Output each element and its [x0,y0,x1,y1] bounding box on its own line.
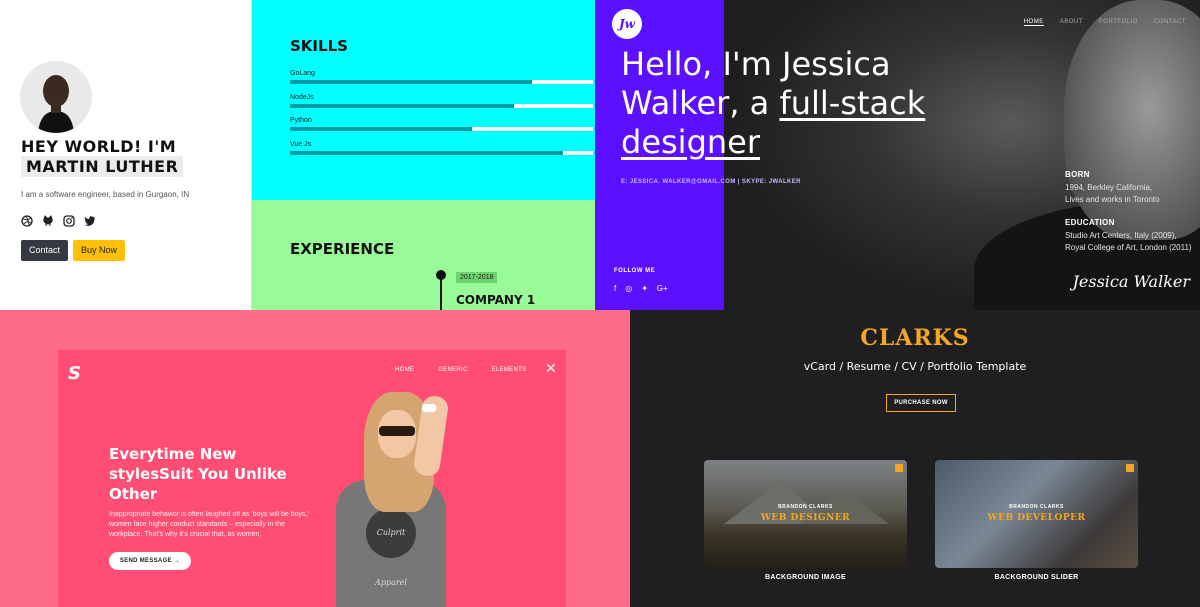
shirt-print: Culprit Apparel [366,508,416,587]
card-role: WEB DEVELOPER [987,513,1086,523]
jessica-walker-template: Jw HOME ABOUT PORTFOLIO CONTACT Hello, I… [595,0,1200,310]
nav-elements[interactable]: ELEMENTS [492,367,527,373]
skill-row: Python [290,117,593,131]
greeting: HEY WORLD! I'M [21,137,177,156]
jw-logo[interactable]: Jw [612,9,642,39]
card-author: BRANDON CLARKS [1009,504,1064,510]
model-photo: Culprit Apparel [326,390,486,607]
skill-bar [290,80,533,84]
purchase-now-button[interactable]: PURCHASE NOW [886,394,956,412]
education-line: Studio Art Centers, Italy (2009), [1065,231,1177,240]
skills-section: SKILLS GoLang NodeJs Python Vue Js [252,0,595,200]
skills-template: SKILLS GoLang NodeJs Python Vue Js EXPER… [252,0,595,310]
experience-title: EXPERIENCE [290,240,395,258]
instagram-icon[interactable] [63,212,75,227]
experience-section: EXPERIENCE [252,200,595,310]
nav-generic[interactable]: GENERIC [438,367,467,373]
nav-home[interactable]: HOME [395,367,414,373]
hero-description: Inappropriate behavior is often laughed … [109,511,309,538]
s-logo-icon[interactable]: S [68,364,90,384]
card-caption: BACKGROUND SLIDER [994,574,1079,581]
timeline-line [440,275,442,310]
skill-bar [290,104,515,108]
timeline-dot [436,270,446,280]
social-links [21,212,96,227]
skill-name: NodeJs [290,94,314,101]
instagram-icon[interactable]: ◎ [625,284,632,293]
twitter-icon[interactable]: ✦ [641,284,648,293]
skill-name: Python [290,117,312,124]
template-collage: HEY WORLD! I'M MARTIN LUTHER I am a soft… [0,0,1200,607]
card-caption: BACKGROUND IMAGE [764,574,847,581]
twitter-icon[interactable] [84,212,96,226]
dribbble-icon[interactable] [21,212,33,227]
nav-home[interactable]: HOME [1023,19,1044,26]
hero-headline: Hello, I'm Jessica Walker, a full-stack … [621,45,981,162]
skill-name: GoLang [290,70,315,77]
menu-icon [1126,464,1134,472]
top-nav: HOME GENERIC ELEMENTS [395,367,526,373]
facebook-icon[interactable]: f [614,284,616,293]
brand-title: CLARKS [860,325,970,351]
sunglasses [379,426,415,436]
clarks-template: CLARKS vCard / Resume / CV / Portfolio T… [630,310,1200,607]
preview-card-image[interactable]: BRANDON CLARKS WEB DESIGNER [704,460,907,568]
skill-row: GoLang [290,70,593,84]
born-line: Lives and works in Toronto [1065,195,1160,204]
contact-line: E: JESSICA. WALKER@GMAIL.COM | SKYPE: JW… [621,179,801,185]
github-icon[interactable] [42,212,54,226]
person-name: MARTIN LUTHER [21,156,184,177]
skills-title: SKILLS [290,37,348,55]
martin-luther-template: HEY WORLD! I'M MARTIN LUTHER I am a soft… [0,0,252,310]
born-line: 1994, Berkley California, [1065,183,1153,192]
nav-portfolio[interactable]: PORTFOLIO [1099,19,1138,26]
pink-hero: S HOME GENERIC ELEMENTS ✕ Everytime New … [58,350,566,607]
skill-row: NodeJs [290,94,593,108]
follow-icons: f ◎ ✦ G+ [614,284,668,293]
nav-contact[interactable]: CONTACT [1154,19,1186,26]
signature: Jessica Walker [1072,272,1190,291]
skill-row: Vue Js [290,141,593,155]
skill-bar [290,127,472,131]
close-icon[interactable]: ✕ [545,361,557,377]
born-title: BORN [1065,170,1090,179]
hero-title: Everytime New stylesSuit You Unlike Othe… [109,445,287,503]
send-message-button[interactable]: SEND MESSAGE → [109,552,191,570]
avatar [20,61,92,133]
education-line: Royal College of Art, London (2011) [1065,243,1192,252]
bio-info: BORN 1994, Berkley California, Lives and… [1065,170,1192,254]
skill-bar [290,151,563,155]
experience-years: 2017-2018 [456,272,498,283]
bio-text: I am a software engineer, based in Gurga… [21,190,190,199]
preview-card-slider[interactable]: BRANDON CLARKS WEB DEVELOPER [935,460,1138,568]
follow-label: FOLLOW ME [614,268,656,274]
skill-track [290,104,593,108]
contact-button[interactable]: Contact [21,240,69,261]
watch [422,404,436,412]
skill-name: Vue Js [290,141,312,148]
company-name: COMPANY 1 [456,293,536,307]
google-plus-icon[interactable]: G+ [657,284,668,293]
skill-track [290,80,593,84]
brand-subtitle: vCard / Resume / CV / Portfolio Template [803,360,1027,373]
pink-template: S HOME GENERIC ELEMENTS ✕ Everytime New … [0,310,630,607]
card-role: WEB DESIGNER [760,513,851,523]
education-title: EDUCATION [1065,218,1115,227]
top-nav: HOME ABOUT PORTFOLIO CONTACT [1023,19,1186,26]
card-author: BRANDON CLARKS [778,504,833,510]
menu-icon [895,464,903,472]
skill-track [290,151,593,155]
nav-about[interactable]: ABOUT [1060,19,1083,26]
skill-track [290,127,593,131]
buy-now-button[interactable]: Buy Now [73,240,126,261]
